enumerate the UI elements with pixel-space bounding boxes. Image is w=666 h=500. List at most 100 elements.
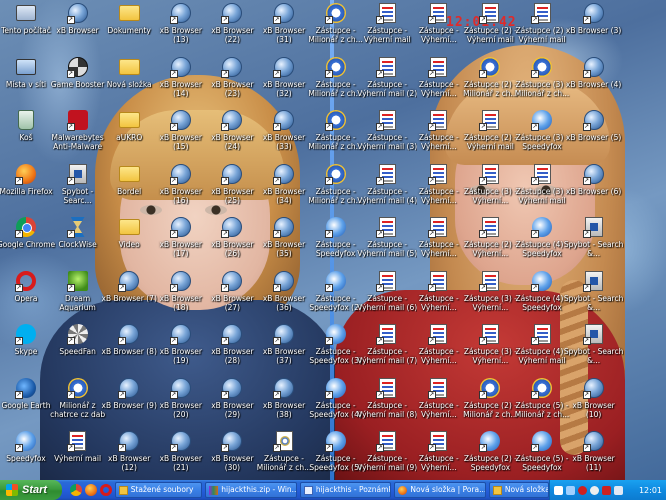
security-tray-icon[interactable] (601, 485, 611, 495)
desktop-icon-image: ↗ (273, 377, 295, 399)
quicklaunch-chrome-icon[interactable] (69, 484, 82, 496)
shortcut-arrow-icon: ↗ (15, 283, 23, 292)
desktop-icon-image: ↗ (376, 323, 398, 345)
shortcut-arrow-icon: ↗ (479, 176, 488, 185)
shortcut-arrow-icon: ↗ (582, 123, 591, 131)
shortcut-arrow-icon: ↗ (221, 283, 230, 292)
desktop-icon-image: ↗ (221, 323, 243, 345)
shortcut-arrow-icon: ↗ (376, 69, 385, 78)
shortcut-arrow-icon: ↗ (169, 444, 178, 452)
desktop-icon-image: ↗ (479, 377, 501, 399)
shortcut-arrow-icon: ↗ (221, 390, 230, 399)
taskbar-item-new-folder[interactable]: Nová složka (488, 482, 549, 498)
shortcut-arrow-icon: ↗ (15, 337, 23, 345)
shortcut-arrow-icon: ↗ (324, 69, 333, 78)
taskbar-item-label: Nová složka (504, 485, 549, 494)
taskbar-clock[interactable]: 12:01 (639, 486, 662, 495)
desktop-icon-image: ↗ (66, 56, 89, 78)
recycle-bin-icon (18, 110, 34, 130)
desktop-icon[interactable]: ↗ Spybot - Search &... (564, 268, 624, 320)
folder-icon (118, 219, 140, 235)
desktop-icon-label: Spybot - Search &... (563, 347, 624, 365)
shortcut-arrow-icon: ↗ (273, 16, 281, 24)
desktop-icon-image: ↗ (531, 430, 553, 452)
desktop-icon-label: xB Browser (11) (572, 454, 615, 472)
shortcut-arrow-icon: ↗ (376, 16, 385, 24)
desktop-icon-label: xB Browser (6) (565, 186, 622, 196)
desktop-icon-image: ↗ (582, 109, 605, 131)
volume-tray-icon[interactable] (613, 485, 623, 495)
desktop-icon[interactable]: ↗ xB Browser (5) (564, 107, 624, 159)
shortcut-arrow-icon: ↗ (531, 444, 539, 452)
folder-icon (492, 485, 502, 495)
desktop-icon[interactable]: ↗ xB Browser (4) (564, 54, 624, 106)
desktop-icon-image: ↗ (479, 2, 501, 24)
desktop-icon-image: ↗ (324, 216, 347, 238)
shortcut-arrow-icon: ↗ (221, 16, 230, 24)
taskbar-item-label: Nová složka | Pora... (410, 485, 486, 494)
network-tray-icon[interactable] (565, 485, 575, 495)
shortcut-arrow-icon: ↗ (15, 390, 23, 399)
taskbar-item-notepad[interactable]: hijackthis - Poznámk... (299, 482, 392, 498)
shortcut-arrow-icon: ↗ (273, 444, 281, 452)
shortcut-arrow-icon: ↗ (479, 123, 488, 131)
desktop-icon-image: ↗ (324, 377, 347, 399)
firefox-icon (398, 485, 408, 495)
folder-icon (118, 485, 128, 495)
notepad-icon (303, 485, 313, 495)
desktop-icon[interactable]: ↗ xB Browser (10) (564, 375, 624, 427)
desktop-icon-image: ↗ (479, 109, 501, 131)
desktop-icon-image: ↗ (427, 216, 450, 238)
shortcut-arrow-icon: ↗ (15, 230, 23, 238)
shortcut-arrow-icon: ↗ (531, 123, 539, 131)
antivirus-tray-icon[interactable] (577, 485, 587, 495)
shortcut-arrow-icon: ↗ (273, 123, 281, 131)
desktop-icon-image: ↗ (531, 163, 553, 185)
desktop-icon-image: ↗ (376, 163, 398, 185)
windows-logo-icon (6, 484, 18, 496)
shortcut-arrow-icon: ↗ (324, 123, 333, 131)
mail-tray-icon[interactable] (553, 485, 563, 495)
shortcut-arrow-icon: ↗ (169, 283, 178, 292)
desktop-icon-image: ↗ (15, 430, 37, 452)
desktop-icon-image: ↗ (273, 430, 295, 452)
shortcut-arrow-icon: ↗ (531, 230, 539, 238)
desktop-icon-image: ↗ (582, 2, 605, 24)
desktop-icon-image: ↗ (66, 109, 89, 131)
desktop-icon-label: Spybot - Search &... (563, 240, 624, 258)
desktop-icon[interactable]: ↗ Spybot - Search &... (564, 214, 624, 266)
shortcut-arrow-icon: ↗ (582, 176, 591, 185)
desktop-icon-image: ↗ (427, 163, 450, 185)
shortcut-arrow-icon: ↗ (531, 390, 539, 399)
desktop-icon-image: ↗ (376, 270, 398, 292)
shortcut-arrow-icon: ↗ (376, 283, 385, 292)
shortcut-arrow-icon: ↗ (479, 444, 488, 452)
shortcut-arrow-icon: ↗ (273, 337, 281, 345)
folder-icon (118, 5, 140, 21)
desktop-icon-image: ↗ (15, 323, 37, 345)
desktop-icon[interactable]: ↗ xB Browser (6) (564, 161, 624, 213)
desktop-icon-image: ↗ (324, 2, 347, 24)
shortcut-arrow-icon: ↗ (273, 69, 281, 78)
taskbar-item-firefox[interactable]: Nová složka | Pora... (394, 482, 486, 498)
shortcut-arrow-icon: ↗ (118, 337, 127, 345)
shortcut-arrow-icon: ↗ (479, 69, 488, 78)
desktop-icon-image: ↗ (479, 163, 501, 185)
desktop-icon-image: ↗ (582, 216, 605, 238)
shortcut-arrow-icon: ↗ (273, 230, 281, 238)
quicklaunch-opera-icon[interactable] (99, 484, 112, 496)
desktop-icon[interactable]: ↗ Spybot - Search &... (564, 321, 624, 373)
shortcut-arrow-icon: ↗ (427, 283, 436, 292)
desktop-icon[interactable]: ↗ xB Browser (3) (564, 0, 624, 52)
speedfan-tray-icon[interactable] (589, 485, 599, 495)
quicklaunch-firefox-icon[interactable] (84, 484, 97, 496)
desktop-icon-image: ↗ (66, 323, 89, 345)
desktop-icon-image: ↗ (66, 2, 89, 24)
start-button[interactable]: Start (0, 480, 62, 500)
shortcut-arrow-icon: ↗ (376, 176, 385, 185)
desktop-icon-image: ↗ (427, 2, 450, 24)
desktop-icon-image (118, 109, 140, 131)
taskbar-item-downloads[interactable]: Stažené soubory (114, 482, 203, 498)
desktop-icon[interactable]: ↗ xB Browser (11) (564, 428, 624, 480)
taskbar-item-winrar[interactable]: hijackthis.zip - Win... (205, 482, 297, 498)
